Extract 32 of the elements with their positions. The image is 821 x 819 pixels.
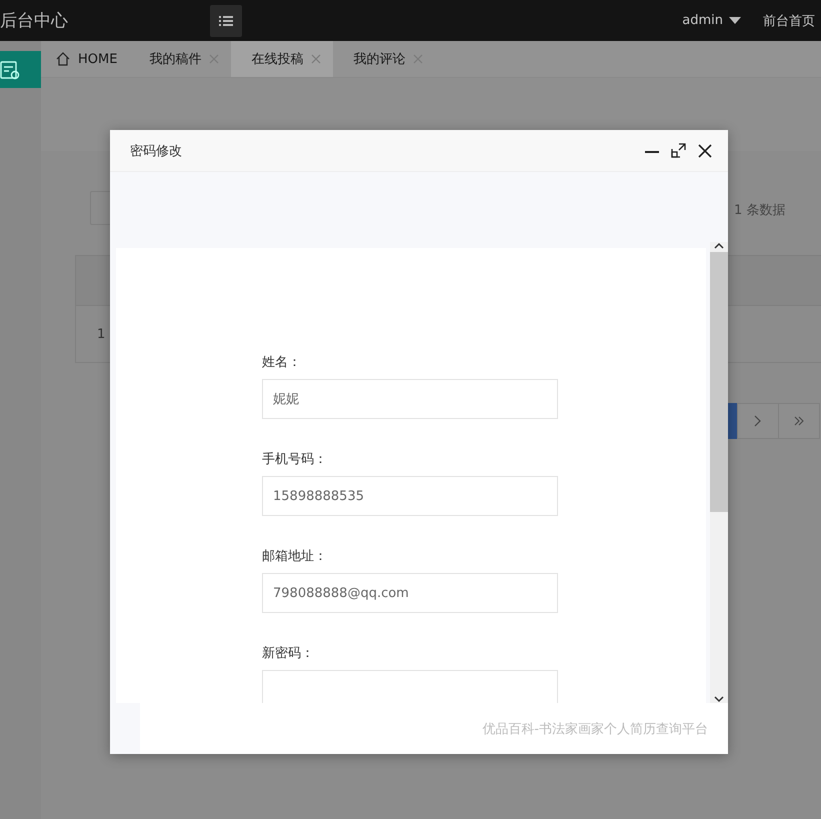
sidebar-item[interactable] bbox=[0, 51, 41, 88]
home-link[interactable]: 前台首页 bbox=[763, 12, 815, 30]
menu-icon bbox=[219, 16, 233, 26]
tab[interactable]: HOME bbox=[41, 41, 130, 77]
dialog-title: 密码修改 bbox=[130, 142, 183, 160]
chevron-right-icon bbox=[754, 415, 762, 427]
scrollbar[interactable] bbox=[710, 242, 728, 703]
input-field[interactable] bbox=[262, 670, 558, 703]
input-field[interactable]: 798088888@qq.com bbox=[262, 573, 558, 613]
input-field[interactable]: 妮妮 bbox=[262, 379, 558, 419]
footer-text: 优品百科-书法家画家个人简历查询平台 bbox=[482, 720, 708, 738]
tab[interactable]: 我的评论 bbox=[333, 41, 436, 77]
home-icon bbox=[56, 52, 70, 66]
field-label: 新密码： bbox=[262, 645, 315, 663]
user-menu[interactable]: admin bbox=[682, 13, 741, 28]
record-count: 1 条数据 bbox=[734, 202, 786, 219]
tab[interactable]: 我的稿件 bbox=[129, 41, 232, 77]
close-icon[interactable] bbox=[698, 144, 712, 158]
menu-button[interactable] bbox=[210, 4, 242, 36]
tab[interactable]: 在线投稿 bbox=[231, 41, 334, 77]
table-cell-text: 1 bbox=[96, 326, 106, 342]
input-field[interactable]: 15898888535 bbox=[262, 476, 558, 516]
app-title: 后台中心 bbox=[0, 10, 69, 32]
caret-icon bbox=[729, 17, 741, 24]
double-chevron-icon bbox=[794, 416, 804, 426]
scroll-down-icon[interactable] bbox=[714, 696, 724, 703]
scroll-up-icon[interactable] bbox=[714, 242, 724, 249]
maximize-icon[interactable] bbox=[671, 143, 686, 158]
field-label: 手机号码： bbox=[262, 451, 328, 469]
document-icon bbox=[0, 60, 20, 80]
field-label: 邮箱地址： bbox=[262, 548, 328, 566]
field-label: 姓名： bbox=[262, 354, 302, 372]
